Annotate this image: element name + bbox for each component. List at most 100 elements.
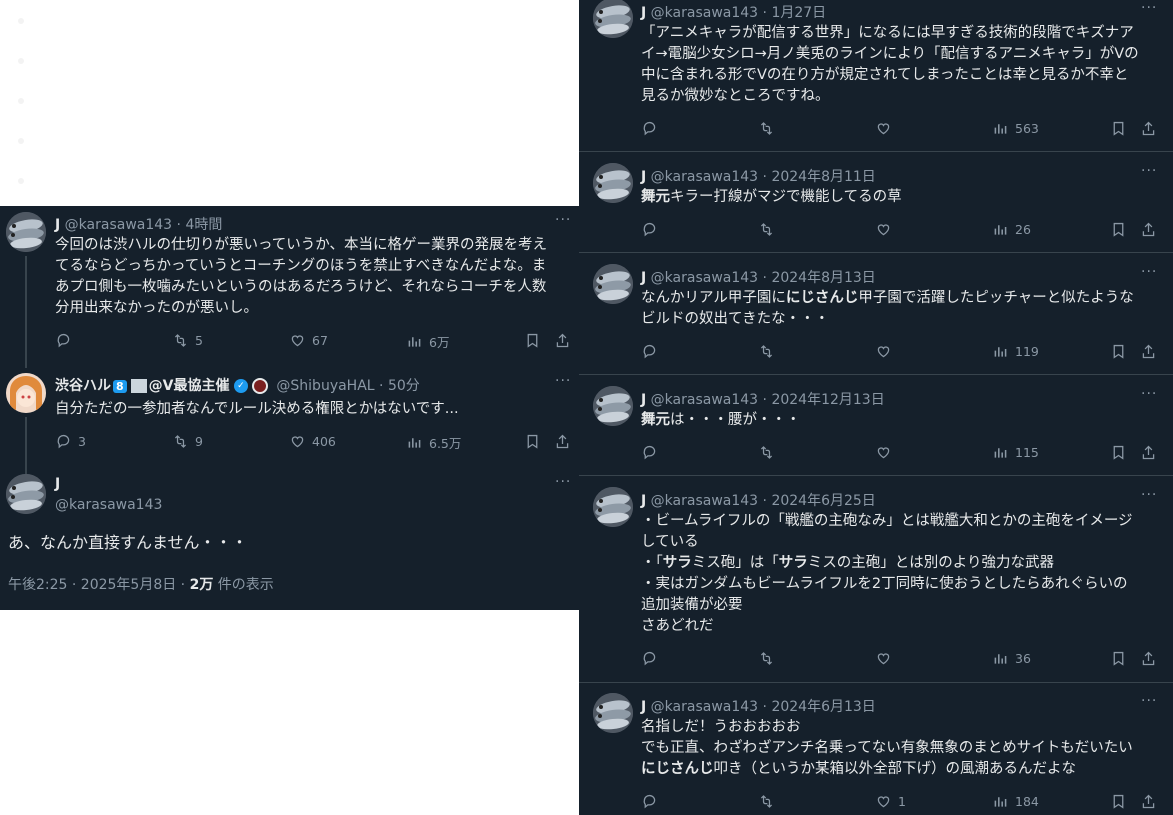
bookmark-button[interactable] (524, 332, 541, 349)
views-button[interactable]: 184 (992, 793, 1039, 810)
views-button[interactable]: 115 (992, 444, 1039, 461)
bookmark-button[interactable] (1110, 221, 1127, 238)
display-name[interactable]: J (641, 392, 646, 408)
reply-button[interactable] (641, 343, 658, 360)
avatar[interactable] (593, 264, 633, 304)
avatar[interactable] (593, 386, 633, 426)
reply-button[interactable] (641, 120, 658, 137)
display-name[interactable]: J (641, 5, 646, 21)
more-icon[interactable]: ··· (555, 373, 571, 389)
timestamp[interactable]: 4時間 (185, 217, 222, 233)
retweet-button[interactable] (758, 444, 775, 461)
more-icon[interactable]: ··· (1141, 386, 1157, 402)
avatar[interactable] (593, 163, 633, 203)
reply-button[interactable] (641, 221, 658, 238)
heart-icon (877, 796, 890, 808)
handle[interactable]: @ShibuyaHAL (276, 378, 374, 394)
avatar[interactable] (593, 487, 633, 527)
like-button[interactable]: 67 (289, 332, 328, 349)
display-name[interactable]: 渋谷ハル 8 @V最協主催 (55, 378, 230, 394)
share-button[interactable] (1140, 120, 1157, 137)
bookmark-button[interactable] (1110, 793, 1127, 810)
bookmark-button[interactable] (524, 433, 541, 450)
reply-button[interactable] (641, 650, 658, 667)
avatar[interactable] (6, 373, 46, 413)
timestamp[interactable]: 2024年12月13日 (771, 392, 884, 408)
views-button[interactable]: 6.5万 (406, 433, 461, 452)
like-button[interactable] (875, 221, 892, 238)
handle[interactable]: @karasawa143 (65, 217, 172, 233)
bar-chart-icon (994, 224, 1007, 236)
tweet-header: J @karasawa143 · 2024年6月25日 (641, 493, 876, 509)
retweet-button[interactable] (758, 650, 775, 667)
share-button[interactable] (1140, 650, 1157, 667)
bookmark-button[interactable] (1110, 650, 1127, 667)
timestamp[interactable]: 50分 (388, 378, 420, 394)
timestamp[interactable]: 1月27日 (771, 5, 826, 21)
timestamp[interactable]: 2024年8月13日 (771, 270, 875, 286)
bookmark-button[interactable] (1110, 120, 1127, 137)
retweet-button[interactable] (758, 343, 775, 360)
reply-button[interactable] (641, 444, 658, 461)
number-badge: 8 (113, 380, 127, 393)
share-button[interactable] (1140, 221, 1157, 238)
views-button[interactable]: 36 (992, 650, 1031, 667)
views-button[interactable]: 563 (992, 120, 1039, 137)
handle[interactable]: @karasawa143 (651, 699, 758, 715)
timestamp[interactable]: 2024年8月11日 (771, 169, 875, 185)
bookmark-button[interactable] (1110, 343, 1127, 360)
bookmark-icon (1113, 344, 1124, 359)
handle[interactable]: @karasawa143 (55, 497, 162, 513)
display-name[interactable]: J (55, 217, 60, 233)
timestamp[interactable]: 2024年6月13日 (771, 699, 875, 715)
like-button[interactable] (875, 120, 892, 137)
display-name[interactable]: J (641, 169, 646, 185)
handle[interactable]: @karasawa143 (651, 5, 758, 21)
handle[interactable]: @karasawa143 (651, 493, 758, 509)
views-button[interactable]: 26 (992, 221, 1031, 238)
more-icon[interactable]: ··· (555, 212, 571, 228)
more-icon[interactable]: ··· (1141, 264, 1157, 280)
share-button[interactable] (1140, 444, 1157, 461)
display-name[interactable]: J (55, 476, 60, 492)
share-button[interactable] (554, 433, 571, 450)
share-button[interactable] (1140, 793, 1157, 810)
retweet-button[interactable]: 5 (172, 332, 203, 349)
avatar[interactable] (6, 474, 46, 514)
like-button[interactable]: 406 (289, 433, 336, 450)
avatar[interactable] (6, 212, 46, 252)
avatar[interactable] (593, 0, 633, 38)
reply-button[interactable]: 3 (55, 433, 86, 450)
views-button[interactable]: 6万 (406, 332, 449, 351)
tweet-header: J @karasawa143 · 1月27日 (641, 5, 827, 21)
handle[interactable]: @karasawa143 (651, 270, 758, 286)
display-name[interactable]: J (641, 493, 646, 509)
timestamp[interactable]: 午後2:25 · 2025年5月8日 · (8, 577, 190, 593)
share-button[interactable] (1140, 343, 1157, 360)
like-button[interactable] (875, 650, 892, 667)
reply-button[interactable] (55, 332, 72, 349)
reply-button[interactable] (641, 793, 658, 810)
share-button[interactable] (554, 332, 571, 349)
timestamp[interactable]: 2024年6月25日 (771, 493, 875, 509)
more-icon[interactable]: ··· (1141, 487, 1157, 503)
more-icon[interactable]: ··· (1141, 693, 1157, 709)
retweet-button[interactable]: 9 (172, 433, 203, 450)
retweet-button[interactable] (758, 221, 775, 238)
avatar[interactable] (593, 693, 633, 733)
more-icon[interactable]: ··· (1141, 163, 1157, 179)
retweet-button[interactable] (758, 793, 775, 810)
display-name[interactable]: J (641, 270, 646, 286)
retweet-button[interactable] (758, 120, 775, 137)
bookmark-button[interactable] (1110, 444, 1127, 461)
more-icon[interactable]: ··· (555, 474, 571, 490)
more-icon[interactable]: ··· (1141, 0, 1157, 16)
handle[interactable]: @karasawa143 (651, 392, 758, 408)
bookmark-icon (527, 333, 538, 348)
like-button[interactable] (875, 343, 892, 360)
display-name[interactable]: J (641, 699, 646, 715)
views-button[interactable]: 119 (992, 343, 1039, 360)
like-button[interactable]: 1 (875, 793, 906, 810)
like-button[interactable] (875, 444, 892, 461)
handle[interactable]: @karasawa143 (651, 169, 758, 185)
